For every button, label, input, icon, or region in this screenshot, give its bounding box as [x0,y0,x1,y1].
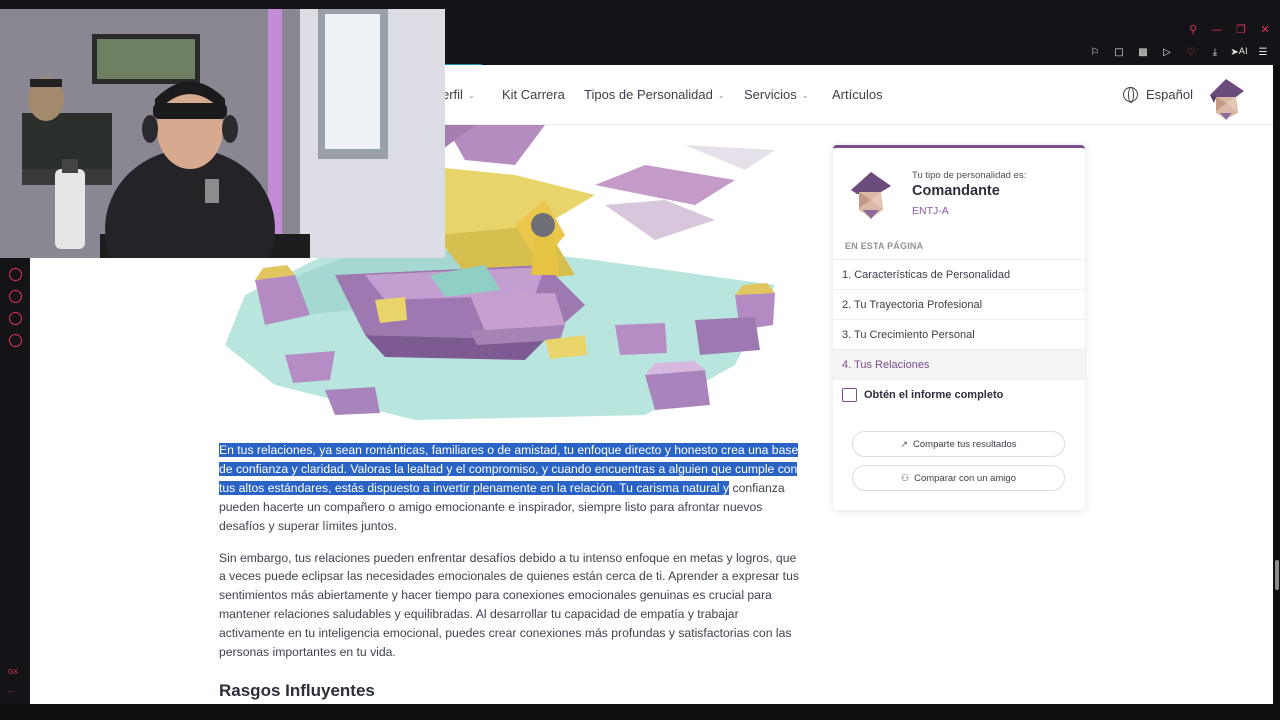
extensions-icon[interactable] [9,312,22,325]
page-scrollbar[interactable] [1273,65,1280,704]
browser-sidebar: GX … [0,258,30,720]
full-report-label: Obtén el informe completo [864,389,1004,401]
window-controls: ⚲ — ❐ ✕ [1186,22,1272,36]
toc-item-full-report[interactable]: Obtén el informe completo [833,379,1085,409]
people-icon: ⚇ [901,472,910,483]
browser-bottom-bar [0,704,1280,720]
toc-section-title: EN ESTA PÁGINA [845,241,924,251]
section-heading: Rasgos Influyentes [219,680,375,700]
nav-item-articulos[interactable]: Artículos [832,87,883,102]
toc-item-trayectoria[interactable]: 2. Tu Trayectoria Profesional [833,289,1085,319]
search-icon[interactable]: ⚲ [1186,22,1200,36]
scrollbar-thumb[interactable] [1275,560,1279,590]
globe-icon[interactable] [1123,87,1138,103]
history-icon[interactable] [9,290,22,303]
personality-type-name: Comandante [912,183,1000,199]
ai-label: AI [1238,47,1248,57]
selected-text: En tus relaciones, ya sean románticas, f… [219,443,799,495]
restore-icon[interactable]: ❐ [1234,22,1248,36]
toc-item-relaciones[interactable]: 4. Tus Relaciones [833,349,1085,379]
bookmark-icon[interactable] [9,268,22,281]
personality-summary-card: Tu tipo de personalidad es: Comandante E… [833,145,1085,510]
share-results-label: Comparte tus resultados [913,438,1017,450]
browser-toolbar: ⚐ □ ▩ ▷ ♡ ⤓ ➤ AI ☰ [1088,45,1270,59]
compare-friend-label: Comparar con un amigo [914,472,1016,484]
nav-item-tipos-personalidad[interactable]: Tipos de Personalidad ⌄ [584,87,725,102]
download-icon[interactable]: ⤓ [1208,45,1222,59]
nav-item-kit-carrera[interactable]: Kit Carrera [502,87,565,102]
minimize-icon[interactable]: — [1210,22,1224,36]
compare-friend-button[interactable]: ⚇ Comparar con un amigo [852,465,1065,491]
chevron-down-icon: ⌄ [801,91,809,100]
chevron-down-icon: ⌄ [467,91,475,100]
play-icon[interactable]: ▷ [1160,45,1174,59]
language-selector[interactable]: Español [1146,87,1193,102]
screen: ⚲ — ❐ ✕ ⚐ □ ▩ ▷ ♡ ⤓ ➤AI ☰ GX … erfil⌄ [0,0,1280,720]
more-icon[interactable]: … [8,686,15,694]
webcam-overlay [0,9,445,258]
paragraph-relationships-1: En tus relaciones, ya sean románticas, f… [219,441,799,536]
shield-icon[interactable]: ▩ [1136,45,1150,59]
personality-type-label: Tu tipo de personalidad es: [912,170,1027,181]
personality-type-code: ENTJ-A [912,205,949,217]
chevron-down-icon: ⌄ [717,91,725,100]
paragraph-relationships-2: Sin embargo, tus relaciones pueden enfre… [219,550,799,660]
close-icon[interactable]: ✕ [1258,22,1272,36]
share-icon: ↗ [900,438,909,449]
report-icon [842,388,857,402]
toc-item-crecimiento[interactable]: 3. Tu Crecimiento Personal [833,319,1085,349]
settings-icon[interactable] [9,334,22,347]
gx-label: GX [8,668,19,676]
share-results-button[interactable]: ↗ Comparte tus resultados [852,431,1065,457]
nav-item-perfil[interactable]: erfil ⌄ [442,87,475,102]
article-body: En tus relaciones, ya sean románticas, f… [219,441,799,701]
snapshot-icon[interactable]: □ [1112,45,1126,59]
toc-item-caracteristicas[interactable]: 1. Características de Personalidad [833,259,1085,289]
commander-avatar [851,172,891,219]
send-icon[interactable]: ➤ AI [1230,45,1248,59]
menu-icon[interactable]: ☰ [1256,45,1270,59]
nav-item-servicios[interactable]: Servicios ⌄ [744,87,808,102]
user-avatar[interactable] [1202,73,1250,121]
pin-icon[interactable]: ⚐ [1088,45,1102,59]
heart-icon[interactable]: ♡ [1184,45,1198,59]
